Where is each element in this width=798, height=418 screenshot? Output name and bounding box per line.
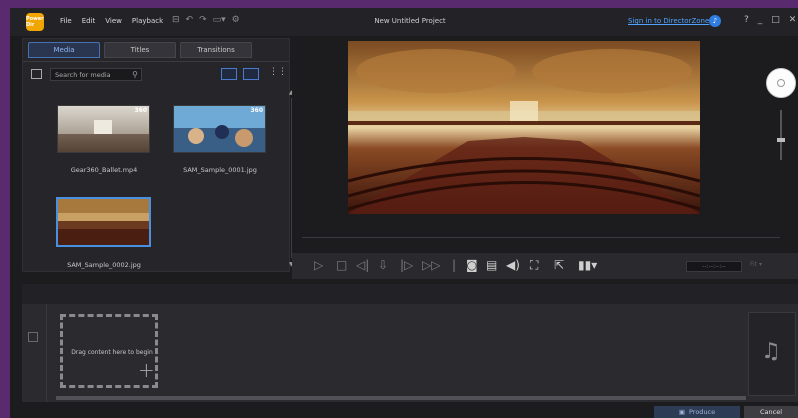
toolbar-icons: ⊟ ↶ ↷ ▭▾ ⚙ [172,15,240,25]
produce-button[interactable]: ▣ Produce [654,406,740,418]
volume-icon[interactable]: ◀) [506,258,520,272]
notification-bell-icon[interactable]: ♪ [709,15,721,27]
badge-360: 360 [250,107,263,114]
settings-gear-icon[interactable]: ⚙ [232,15,240,25]
divider-icon: | [452,258,457,272]
library-tabs: Media Titles Transitions [28,42,252,58]
tab-transitions[interactable]: Transitions [180,42,252,58]
undock-icon[interactable]: ⇱ [554,258,564,272]
media-thumbnail-selected[interactable] [56,197,151,247]
import-media-icon[interactable] [31,69,42,79]
play-icon[interactable]: ▷ [314,258,323,272]
timeline-panel: Drag content here to begin + ♫ [22,304,798,402]
timeline-toolbar [22,284,798,304]
timeline-scrollbar[interactable] [56,396,746,400]
title-bar: Power Dir File Edit View Playback ⊟ ↶ ↷ … [10,8,798,36]
produce-label: Produce [689,408,716,416]
add-plus-icon: + [138,358,155,382]
menu-playback[interactable]: Playback [132,17,163,25]
produce-icon: ▣ [678,408,685,416]
menu-edit[interactable]: Edit [82,17,96,25]
search-icon[interactable]: ⚲ [132,70,138,79]
aspect-ratio-icon[interactable]: ▭▾ [213,15,226,25]
minimize-button[interactable]: _ [758,15,763,25]
zoom-slider-knob[interactable] [777,138,785,142]
grid-view-icon[interactable]: ⋮⋮ [269,67,287,77]
search-input[interactable]: Search for media ⚲ [50,68,142,81]
theater-thumbnail-image [58,199,149,245]
menu-file[interactable]: File [60,17,72,25]
split-icon[interactable]: ⇩ [378,258,388,272]
badge-360: 360 [134,107,147,114]
save-icon[interactable]: ⊟ [172,15,180,25]
theater-360-preview-image [348,41,700,214]
preview-divider [302,237,780,238]
app-window: Power Dir File Edit View Playback ⊟ ↶ ↷ … [10,8,798,418]
redo-icon[interactable]: ↷ [199,15,207,25]
maximize-button[interactable]: □ [771,15,780,25]
menu-bar: File Edit View Playback [60,17,163,25]
next-frame-icon[interactable]: |▷ [400,258,413,272]
drop-zone-label: Drag content here to begin [71,349,153,356]
media-thumbnail[interactable]: 360 [57,105,150,153]
zoom-fit-select[interactable]: Fit ▾ [750,261,788,272]
media-item-name: Gear360_Ballet.mp4 [70,166,138,174]
bottom-bar: ▣ Produce Cancel [22,404,798,418]
fast-forward-icon[interactable]: ▷▷ [422,258,440,272]
tab-titles[interactable]: Titles [104,42,176,58]
subtitle-icon[interactable]: ▤ [486,258,497,272]
track-lock-icon[interactable] [28,332,38,342]
close-button[interactable]: ✕ [789,15,797,25]
snapshot-icon[interactable]: ◙ [466,258,478,272]
preview-panel: ▷ □ ◁| ⇩ |▷ ▷▷ | ◙ ▤ ◀) ⛶ ⇱ ▮▮▾ --:--:--… [292,38,798,282]
media-toolbar: Search for media ⚲ ⋮⋮ [23,61,289,85]
previous-frame-icon[interactable]: ◁| [356,258,369,272]
music-note-icon: ♫ [761,339,781,364]
playback-controls: ▷ □ ◁| ⇩ |▷ ▷▷ | ◙ ▤ ◀) ⛶ ⇱ ▮▮▾ --:--:--… [292,253,798,279]
view-list-button[interactable] [221,68,237,80]
menu-view[interactable]: View [105,17,122,25]
tab-media[interactable]: Media [28,42,100,58]
compass-icon [777,79,785,87]
fullscreen-icon[interactable]: ⛶ [530,258,538,273]
display-quality-icon[interactable]: ▮▮▾ [578,258,597,272]
timecode-display[interactable]: --:--:--:-- [686,261,742,272]
media-library-panel: Media Titles Transitions Search for medi… [22,38,294,272]
stop-icon[interactable]: □ [336,258,347,272]
help-button[interactable]: ? [744,15,749,25]
cancel-button[interactable]: Cancel [744,406,798,418]
preview-video[interactable] [348,41,700,214]
search-placeholder: Search for media [55,71,111,79]
media-thumbnail[interactable]: 360 [173,105,266,153]
media-item-name: SAM_Sample_0001.jpg [183,166,257,174]
window-controls: ? _ □ ✕ [744,15,796,25]
360-navigation-control[interactable] [766,68,796,98]
track-separator [46,304,47,402]
media-item-name: SAM_Sample_0002.jpg [67,261,141,269]
zoom-slider-track[interactable] [780,110,782,160]
undo-icon[interactable]: ↶ [186,15,194,25]
signin-link[interactable]: Sign in to DirectorZone [628,17,709,25]
music-track-box[interactable]: ♫ [748,312,796,396]
app-logo-icon: Power Dir [26,13,44,31]
view-thumbnail-button[interactable] [243,68,259,80]
project-title: New Untitled Project [374,17,446,25]
